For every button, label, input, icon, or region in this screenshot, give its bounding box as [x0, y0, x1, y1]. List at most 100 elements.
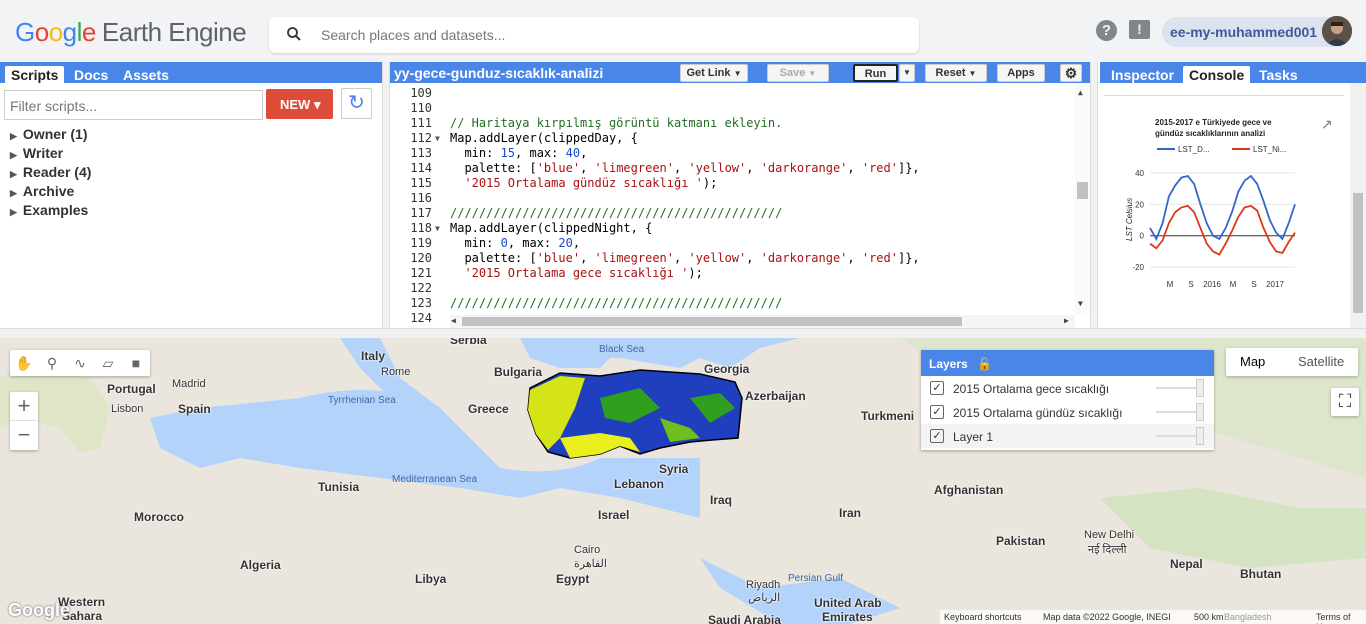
layer-row[interactable]: ✓ 2015 Ortalama gece sıcaklığı — [921, 376, 1214, 400]
hand-pan-icon[interactable]: ✋ — [14, 353, 34, 373]
save-button[interactable]: Save ▼ — [767, 64, 829, 82]
map-splitter[interactable] — [0, 328, 1366, 338]
caret-right-icon: ▶ — [10, 169, 17, 179]
marker-icon[interactable]: ⚲ — [42, 353, 62, 373]
keyboard-shortcuts-link[interactable]: Keyboard shortcuts — [944, 612, 1022, 622]
search-icon — [287, 27, 301, 41]
opacity-slider-knob[interactable] — [1196, 427, 1204, 445]
get-link-button[interactable]: Get Link ▼ — [680, 64, 748, 82]
reset-button[interactable]: Reset ▼ — [925, 64, 987, 82]
terms-link[interactable]: Terms of Use — [1316, 612, 1366, 624]
tab-inspector[interactable]: Inspector — [1105, 66, 1180, 84]
logo-google: Google — [15, 17, 96, 47]
line-number: 119 — [410, 236, 432, 250]
place-label: Bulgaria — [494, 365, 543, 379]
editor-vertical-scrollbar[interactable]: ▲ ▼ — [1075, 83, 1090, 315]
editor-horizontal-scrollbar[interactable]: ◀ ▶ — [450, 315, 1075, 328]
zoom-controls: + − — [10, 392, 38, 450]
apps-button[interactable]: Apps — [997, 64, 1045, 82]
map-type-satellite[interactable]: Satellite — [1298, 354, 1344, 369]
fullscreen-icon[interactable]: ⛶ — [1331, 388, 1359, 416]
code-line: min: 0, max: 20, — [450, 236, 581, 250]
open-in-new-icon[interactable]: ↗ — [1321, 116, 1333, 133]
fold-arrow-icon[interactable]: ▼ — [435, 134, 440, 143]
run-dropdown-icon[interactable]: ▼ — [899, 64, 915, 82]
lock-icon[interactable]: 🔓 — [977, 357, 992, 371]
place-label: Iran — [839, 506, 862, 520]
caret-right-icon: ▶ — [10, 131, 17, 141]
opacity-slider-knob[interactable] — [1196, 403, 1204, 421]
line-draw-icon[interactable]: ∿ — [70, 353, 90, 373]
layer-row[interactable]: ✓ Layer 1 — [921, 424, 1214, 448]
zoom-in-button[interactable]: + — [10, 392, 38, 421]
tab-tasks[interactable]: Tasks — [1253, 66, 1304, 84]
folder-owner[interactable]: ▶ Owner (1) — [10, 125, 91, 144]
layer-row[interactable]: ✓ 2015 Ortalama gündüz sıcaklığı — [921, 400, 1214, 424]
layer-checkbox[interactable]: ✓ — [930, 381, 944, 395]
map-data-text: Map data ©2022 Google, INEGI — [1043, 612, 1171, 622]
avatar[interactable] — [1322, 16, 1352, 46]
new-button[interactable]: NEW ▾ — [266, 89, 333, 119]
x-tick-label: M — [1230, 280, 1237, 289]
feedback-icon[interactable]: ! — [1129, 20, 1150, 39]
opacity-slider[interactable] — [1156, 411, 1201, 413]
folder-reader[interactable]: ▶ Reader (4) — [10, 163, 91, 182]
place-label: Lisbon — [111, 403, 144, 415]
fold-arrow-icon[interactable]: ▼ — [435, 224, 440, 233]
chart-legend: LST_D... LST_Ni... — [1157, 145, 1286, 154]
folder-writer[interactable]: ▶ Writer — [10, 144, 91, 163]
tab-scripts[interactable]: Scripts — [5, 66, 65, 84]
app-logo[interactable]: Google Earth Engine — [15, 17, 247, 48]
y-tick-label: 40 — [1135, 169, 1144, 178]
filter-scripts-input[interactable]: Filter scripts... — [4, 90, 263, 120]
line-number: 111 — [410, 116, 432, 130]
layer-checkbox[interactable]: ✓ — [930, 405, 944, 419]
left-splitter[interactable] — [382, 62, 390, 328]
right-splitter[interactable] — [1090, 62, 1098, 328]
opacity-slider-knob[interactable] — [1196, 379, 1204, 397]
refresh-icon[interactable]: ↻ — [341, 88, 372, 119]
layers-header[interactable]: Layers 🔓 — [921, 350, 1214, 376]
layer-checkbox[interactable]: ✓ — [930, 429, 944, 443]
folder-examples[interactable]: ▶ Examples — [10, 201, 91, 220]
series-line — [1149, 204, 1296, 256]
search-input[interactable]: Search places and datasets... — [321, 27, 505, 43]
zoom-out-button[interactable]: − — [10, 421, 38, 450]
folder-archive[interactable]: ▶ Archive — [10, 182, 91, 201]
chart-ylabel: LST Celsius — [1125, 198, 1134, 241]
opacity-slider[interactable] — [1156, 435, 1201, 437]
code-line: ////////////////////////////////////////… — [450, 296, 783, 310]
map-type-map[interactable]: Map — [1240, 354, 1265, 369]
tab-docs[interactable]: Docs — [68, 66, 114, 84]
layer-name: Layer 1 — [953, 430, 994, 444]
tab-console[interactable]: Console — [1183, 66, 1251, 84]
opacity-slider[interactable] — [1156, 387, 1201, 389]
place-label: Iraq — [710, 493, 733, 507]
rectangle-icon[interactable]: ■ — [126, 353, 146, 373]
google-logo: Google — [8, 600, 70, 620]
search-box[interactable]: Search places and datasets... — [269, 17, 919, 53]
code-editor[interactable]: 109 110 111 112 113 114 115 116 117 118 … — [390, 83, 1090, 328]
run-button[interactable]: Run — [853, 64, 898, 82]
place-label: Israel — [598, 508, 630, 522]
console-scrollbar[interactable] — [1350, 83, 1366, 328]
code-line: ////////////////////////////////////////… — [450, 206, 783, 220]
line-number: 113 — [410, 146, 432, 160]
polygon-icon[interactable]: ▱ — [98, 353, 118, 373]
place-label: United Arab — [814, 596, 882, 610]
help-icon[interactable]: ? — [1096, 20, 1117, 41]
console-chart: 2015-2017 e Türkiyede gece ve gündüz sıc… — [1125, 118, 1296, 289]
settings-gear-icon[interactable]: ⚙ — [1060, 64, 1082, 82]
place-label: Serbia — [450, 338, 487, 347]
code-line: // Haritaya kırpılmış görüntü katmanı ek… — [450, 116, 783, 130]
place-label: Riyadh — [746, 579, 781, 591]
tab-assets[interactable]: Assets — [117, 66, 175, 84]
series-line — [1149, 174, 1296, 241]
map-canvas[interactable]: Serbia Italy Rome Portugal Madrid Spain … — [0, 338, 1366, 624]
chart-x-ticks: M S 2016 M S 2017 — [1167, 280, 1285, 289]
legend-label: LST_D... — [1178, 145, 1210, 154]
line-number: 123 — [410, 296, 432, 310]
place-label: Rome — [381, 366, 411, 378]
caret-right-icon: ▶ — [10, 150, 17, 160]
caret-right-icon: ▶ — [10, 207, 17, 217]
